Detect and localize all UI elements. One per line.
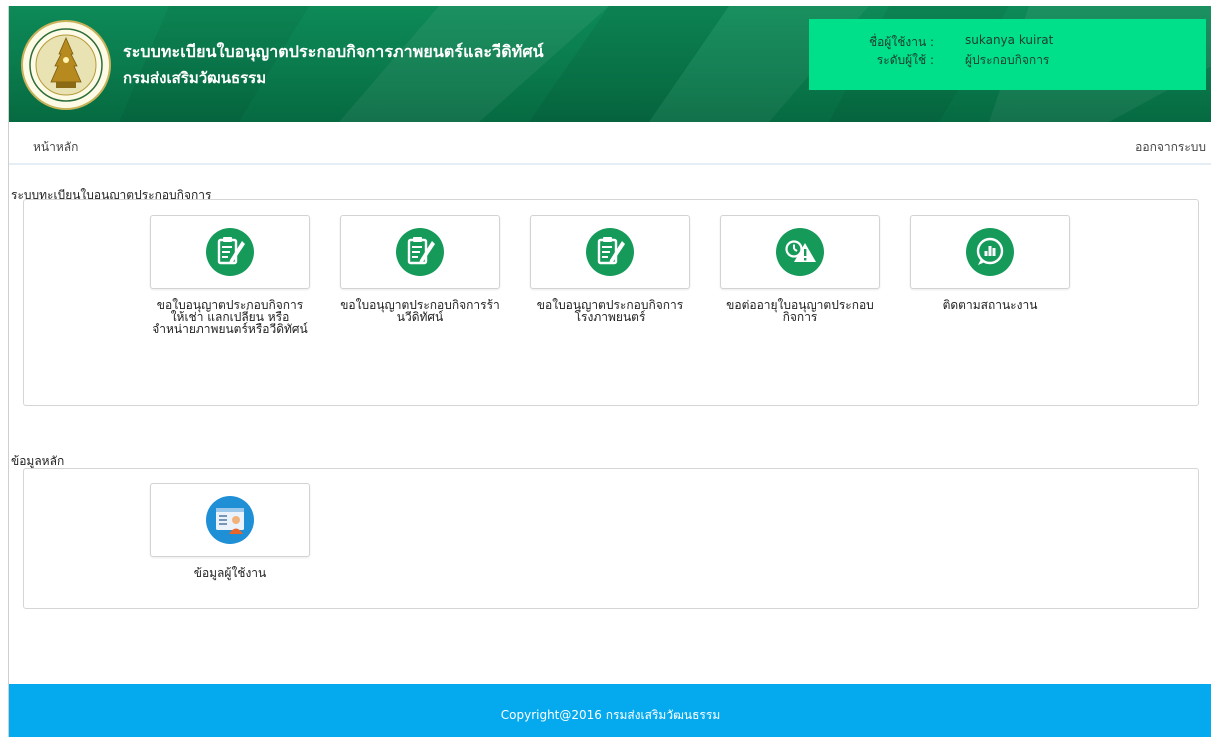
tile-label: ติดตามสถานะงาน xyxy=(942,298,1038,312)
username-label: ชื่อผู้ใช้งาน : xyxy=(868,35,934,49)
tile-cinema-license[interactable]: ขอใบอนุญาตประกอบกิจการโรงภาพยนตร์ xyxy=(530,215,710,323)
tile-user-info[interactable]: ข้อมูลผู้ใช้งาน xyxy=(150,483,330,579)
clock-warning-icon xyxy=(776,228,824,276)
document-pen-icon xyxy=(206,228,254,276)
tile-label: ขอใบอนุญาตประกอบกิจการให้เช่า แลกเปลี่ยน… xyxy=(152,298,308,336)
nav-logout-link[interactable]: ออกจากระบบ xyxy=(1135,138,1206,157)
page-frame: ระบบทะเบียนใบอนุญาตประกอบกิจการภาพยนตร์แ… xyxy=(8,6,1211,737)
top-nav: หน้าหลัก ออกจากระบบ xyxy=(9,125,1211,165)
tile-rental-license[interactable]: ขอใบอนุญาตประกอบกิจการให้เช่า แลกเปลี่ยน… xyxy=(150,215,330,335)
tile-label: ขอใบอนุญาตประกอบกิจการร้านวีดิทัศน์ xyxy=(340,298,500,324)
user-level-label: ระดับผู้ใช้ : xyxy=(876,53,934,67)
footer-copyright: Copyright@2016 กรมส่งเสริมวัฒนธรรม xyxy=(500,708,721,722)
master-section-panel: ข้อมูลผู้ใช้งาน xyxy=(23,468,1199,609)
system-title: ระบบทะเบียนใบอนุญาตประกอบกิจการภาพยนตร์แ… xyxy=(123,42,544,61)
tile-label: ขอใบอนุญาตประกอบกิจการโรงภาพยนตร์ xyxy=(536,298,684,324)
footer: Copyright@2016 กรมส่งเสริมวัฒนธรรม xyxy=(9,684,1211,737)
license-section-panel: ขอใบอนุญาตประกอบกิจการให้เช่า แลกเปลี่ยน… xyxy=(23,199,1199,406)
user-info-box: ชื่อผู้ใช้งาน : sukanya kuirat ระดับผู้ใ… xyxy=(809,19,1206,90)
tile-renew-license[interactable]: ขอต่ออายุใบอนุญาตประกอบกิจการ xyxy=(720,215,900,323)
tile-label: ขอต่ออายุใบอนุญาตประกอบกิจการ xyxy=(726,298,874,324)
header-banner: ระบบทะเบียนใบอนุญาตประกอบกิจการภาพยนตร์แ… xyxy=(9,6,1211,122)
user-level-value: ผู้ประกอบกิจการ xyxy=(965,53,1050,67)
department-seal-logo xyxy=(21,20,111,110)
tile-label: ข้อมูลผู้ใช้งาน xyxy=(193,566,267,580)
chat-chart-icon xyxy=(966,228,1014,276)
nav-home-link[interactable]: หน้าหลัก xyxy=(33,138,78,157)
user-profile-icon xyxy=(206,496,254,544)
document-pen-icon xyxy=(396,228,444,276)
tile-track-status[interactable]: ติดตามสถานะงาน xyxy=(910,215,1090,311)
username-value: sukanya kuirat xyxy=(965,33,1054,47)
tile-video-shop-license[interactable]: ขอใบอนุญาตประกอบกิจการร้านวีดิทัศน์ xyxy=(340,215,520,323)
department-name: กรมส่งเสริมวัฒนธรรม xyxy=(123,69,267,87)
document-pen-icon xyxy=(586,228,634,276)
